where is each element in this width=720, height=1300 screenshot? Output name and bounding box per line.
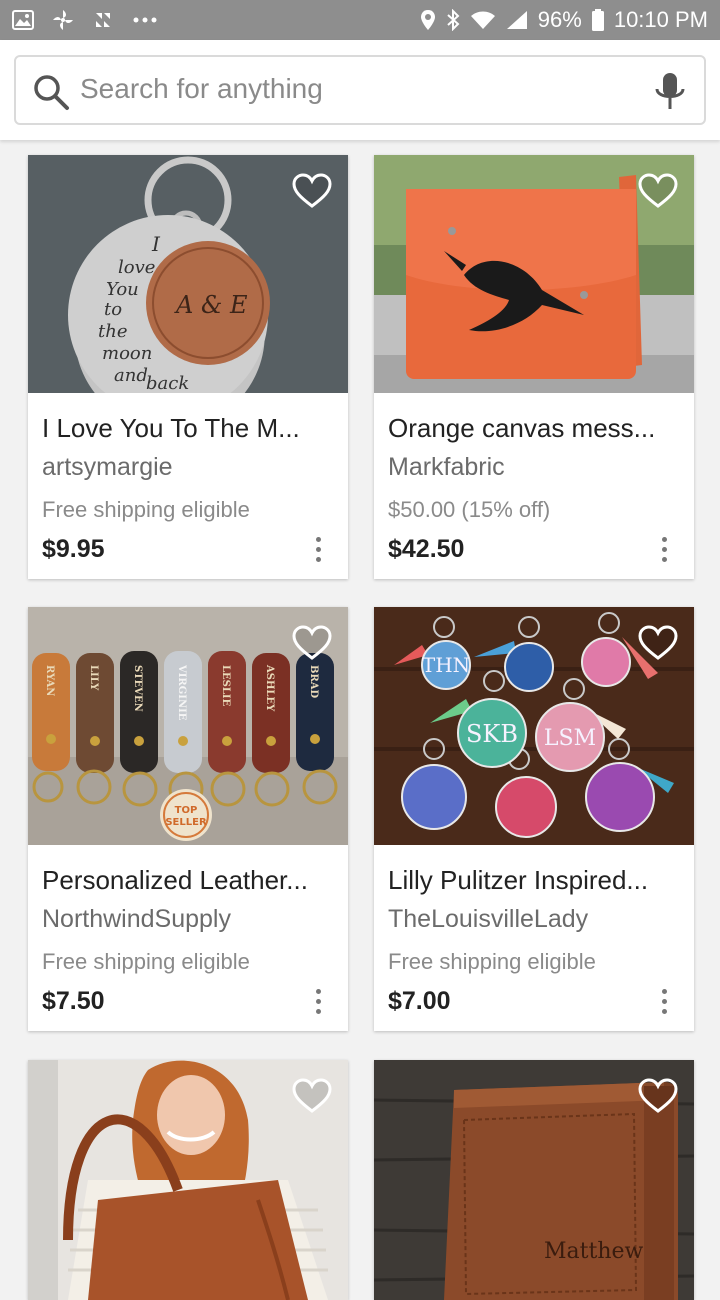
listing-card[interactable]: Matthew [374, 1060, 694, 1300]
listing-original-price: $50.00 (15% off) [388, 497, 551, 522]
image-icon [12, 10, 34, 30]
search-input[interactable]: Search for anything [14, 55, 706, 125]
favorite-heart-icon[interactable] [638, 173, 678, 209]
bluetooth-icon [446, 9, 460, 31]
top-seller-badge-line1: TOP [175, 805, 198, 816]
keychain-text-you: You [106, 279, 139, 300]
keychain-name-steven: STEVEN [132, 665, 143, 712]
keychain-name-brad: BRAD [308, 665, 319, 699]
system-icons: 96% 10:10 PM [420, 7, 708, 33]
keychain-name-virginie: VIRGINIE [176, 664, 187, 721]
keychain-text-i: I [151, 232, 161, 256]
listing-image[interactable] [374, 155, 694, 393]
listing-card[interactable]: I love You to the moon and back A & E I … [28, 155, 348, 579]
keychain-text-moon: moon [102, 343, 152, 364]
listing-shop: Markfabric [388, 453, 505, 481]
listing-card[interactable]: RYAN LILY STEVEN VIRGINIE LESLIE ASHLEY … [28, 607, 348, 1031]
battery-percent: 96% [537, 7, 582, 32]
listing-shipping: Free shipping eligible [42, 949, 250, 974]
listing-card[interactable]: THN SKB LSM Lilly Pulitzer Inspired... T… [374, 607, 694, 1031]
status-bar: 96% 10:10 PM [0, 0, 720, 40]
favorite-heart-icon[interactable] [292, 173, 332, 209]
favorite-heart-icon[interactable] [638, 625, 678, 661]
listing-price: $9.95 [42, 535, 105, 563]
wifi-icon [470, 10, 496, 30]
monogram-skb: SKB [466, 720, 518, 748]
listing-price: $42.50 [388, 535, 465, 563]
battery-icon [591, 9, 604, 31]
sync-icon [92, 9, 114, 31]
microphone-icon[interactable] [654, 71, 686, 113]
keychain-text-to: to [104, 299, 122, 320]
keychain-text-and: and [114, 365, 148, 386]
pinwheel-icon [52, 9, 74, 31]
clock: 10:10 PM [613, 7, 708, 32]
listing-title[interactable]: Lilly Pulitzer Inspired... [388, 865, 680, 896]
keychain-name-ashley: ASHLEY [264, 664, 275, 712]
top-seller-badge-line2: SELLER [165, 817, 207, 828]
more-options-icon[interactable] [314, 537, 322, 563]
listing-title[interactable]: Personalized Leather... [42, 865, 334, 896]
listing-title[interactable]: I Love You To The M... [42, 413, 334, 444]
search-header: Search for anything [0, 40, 720, 140]
monogram-thn: THN [422, 653, 470, 677]
more-options-icon[interactable] [660, 537, 668, 563]
listing-title[interactable]: Orange canvas mess... [388, 413, 680, 444]
listing-image[interactable]: RYAN LILY STEVEN VIRGINIE LESLIE ASHLEY … [28, 607, 348, 845]
listing-image[interactable]: Matthew [374, 1060, 694, 1300]
listing-shop: artsymargie [42, 453, 173, 481]
listing-card[interactable] [28, 1060, 348, 1300]
keychain-text-love: love [118, 257, 155, 278]
notification-icons [12, 9, 158, 31]
keychain-initials: A & E [174, 291, 248, 319]
listing-shop: TheLouisvilleLady [388, 905, 589, 933]
keychain-name-ryan: RYAN [44, 665, 55, 696]
more-options-icon[interactable] [660, 989, 668, 1015]
more-options-icon[interactable] [314, 989, 322, 1015]
listing-price: $7.00 [388, 987, 451, 1015]
more-notifications-icon [132, 16, 158, 24]
listing-shipping: Free shipping eligible [388, 949, 596, 974]
keychain-name-leslie: LESLIE [220, 665, 231, 707]
keychain-name-lily: LILY [88, 665, 99, 691]
search-icon [34, 75, 69, 110]
listing-image[interactable]: THN SKB LSM [374, 607, 694, 845]
listing-image[interactable] [28, 1060, 348, 1300]
listing-card[interactable]: Orange canvas mess... Markfabric $50.00 … [374, 155, 694, 579]
wallet-engraving: Matthew [544, 1239, 644, 1264]
favorite-heart-icon[interactable] [638, 1078, 678, 1114]
keychain-text-back: back [146, 373, 189, 393]
listing-shipping: Free shipping eligible [42, 497, 250, 522]
monogram-lsm: LSM [544, 726, 596, 751]
listing-price: $7.50 [42, 987, 105, 1015]
listing-shop: NorthwindSupply [42, 905, 231, 933]
favorite-heart-icon[interactable] [292, 625, 332, 661]
listing-image[interactable]: I love You to the moon and back A & E [28, 155, 348, 393]
keychain-text-the: the [98, 321, 127, 342]
favorite-heart-icon[interactable] [292, 1078, 332, 1114]
signal-icon [506, 10, 528, 30]
location-icon [420, 9, 436, 31]
search-placeholder: Search for anything [80, 73, 323, 104]
